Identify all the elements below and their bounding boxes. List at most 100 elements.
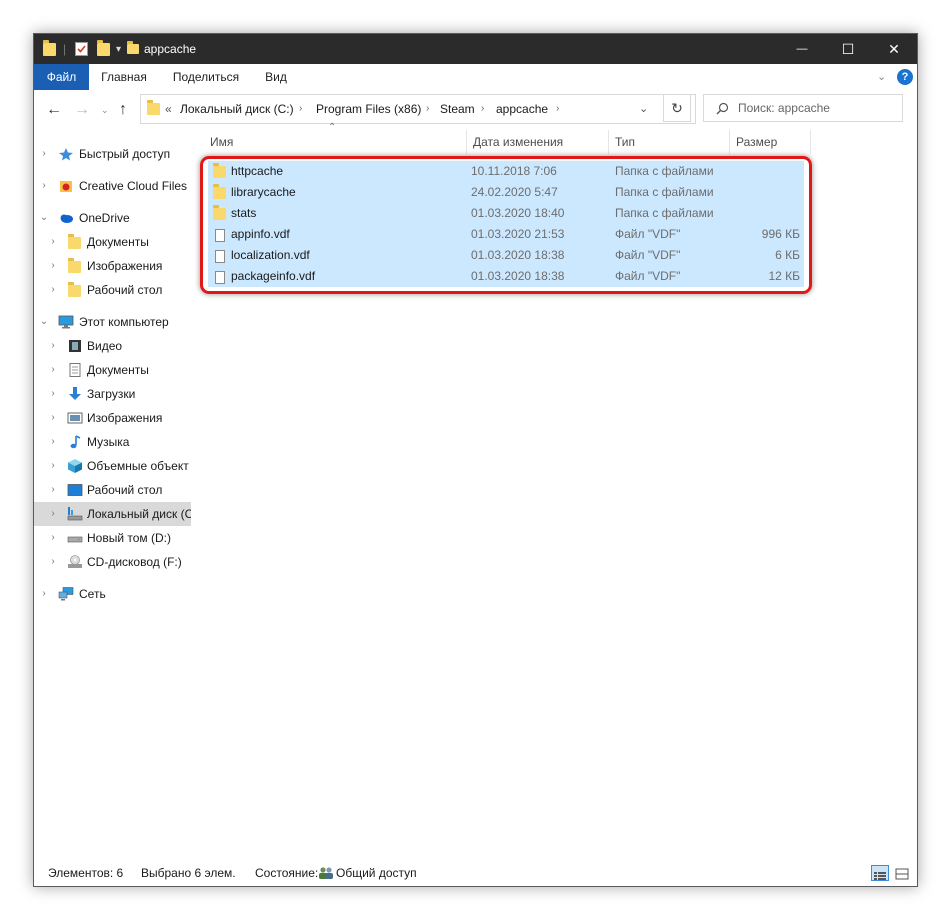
sidebar-item-local-disk-c[interactable]: › Локальный диск (С (34, 502, 191, 526)
file-size: 996 КБ (761, 227, 800, 241)
customize-toolbar-icon[interactable]: ▾ (116, 34, 121, 64)
file-date: 01.03.2020 18:38 (471, 248, 565, 262)
large-icons-view-icon (895, 868, 909, 880)
folder-icon (68, 258, 84, 275)
file-row-localization[interactable]: localization.vdf 01.03.2020 18:38 Файл "… (208, 245, 804, 266)
chevron-down-icon[interactable]: ⌄ (39, 310, 49, 334)
sidebar-item-label: Объемные объект (87, 459, 189, 473)
sidebar-item-pictures[interactable]: › Изображения (34, 406, 191, 430)
folder-icon (68, 234, 84, 251)
chevron-right-icon[interactable]: › (48, 254, 58, 278)
tab-file[interactable]: Файл (34, 64, 89, 90)
chevron-right-icon[interactable]: › (48, 230, 58, 254)
chevron-right-icon[interactable]: › (48, 526, 58, 550)
sidebar-item-videos[interactable]: › Видео (34, 334, 191, 358)
file-row-stats[interactable]: stats 01.03.2020 18:40 Папка с файлами (208, 203, 804, 224)
chevron-right-icon[interactable]: › (39, 582, 49, 606)
sidebar-item-drive-d[interactable]: › Новый том (D:) (34, 526, 191, 550)
file-type: Папка с файлами (615, 185, 714, 199)
column-divider[interactable] (810, 130, 811, 154)
column-header-type[interactable]: Тип (609, 130, 729, 154)
chevron-right-icon[interactable]: › (299, 95, 302, 123)
sidebar-item-downloads[interactable]: › Загрузки (34, 382, 191, 406)
path-segment-appcache[interactable]: appcache (496, 95, 548, 123)
new-folder-icon[interactable] (97, 34, 110, 64)
sidebar-item-onedrive-documents[interactable]: › Документы (34, 230, 191, 254)
title-bar: | ▾ appcache — ☐ ✕ (34, 34, 917, 64)
help-icon[interactable]: ? (897, 69, 913, 85)
path-segment-steam[interactable]: Steam (440, 95, 475, 123)
sidebar-item-label: Изображения (87, 411, 163, 425)
file-row-appinfo[interactable]: appinfo.vdf 01.03.2020 21:53 Файл "VDF" … (208, 224, 804, 245)
chevron-right-icon[interactable]: › (48, 278, 58, 302)
address-field[interactable]: « Локальный диск (C:) › Program Files (x… (140, 94, 696, 124)
sidebar-item-3d-objects[interactable]: › Объемные объект (34, 454, 191, 478)
sidebar-item-quick-access[interactable]: › Быстрый доступ (34, 142, 191, 166)
chevron-right-icon[interactable]: › (48, 334, 58, 358)
up-arrow-icon[interactable]: ↑ (119, 90, 127, 130)
sidebar-item-desktop[interactable]: › Рабочий стол (34, 478, 191, 502)
folder-icon (213, 163, 226, 178)
sidebar-item-this-pc[interactable]: ⌄ Этот компьютер (34, 310, 191, 334)
sidebar-item-onedrive-pictures[interactable]: › Изображения (34, 254, 191, 278)
file-row-httpcache[interactable]: httpcache 10.11.2018 7:06 Папка с файлам… (208, 161, 804, 182)
tab-view[interactable]: Вид (256, 64, 296, 90)
chevron-right-icon[interactable]: › (48, 478, 58, 502)
search-box[interactable] (703, 94, 903, 122)
column-header-name[interactable]: Имя (204, 130, 466, 154)
back-arrow-icon[interactable]: ← (46, 90, 62, 130)
search-input[interactable] (738, 99, 898, 117)
sidebar-item-onedrive-desktop[interactable]: › Рабочий стол (34, 278, 191, 302)
chevron-right-icon[interactable]: › (481, 95, 484, 123)
chevron-right-icon[interactable]: › (48, 454, 58, 478)
sidebar-item-label: Рабочий стол (87, 483, 163, 497)
properties-icon[interactable] (75, 34, 88, 64)
tab-home[interactable]: Главная (92, 64, 156, 90)
chevron-right-icon[interactable]: › (48, 430, 58, 454)
expand-ribbon-icon[interactable]: ⌄ (877, 64, 886, 90)
refresh-button[interactable]: ↻ (663, 94, 691, 122)
sidebar-item-label: Быстрый доступ (79, 147, 171, 161)
details-view-button[interactable] (871, 865, 889, 881)
3d-objects-icon (68, 459, 82, 473)
sidebar-item-documents[interactable]: › Документы (34, 358, 191, 382)
cloud-icon (60, 214, 73, 223)
file-name: appinfo.vdf (231, 227, 290, 241)
chevron-right-icon[interactable]: › (48, 382, 58, 406)
chevron-down-icon[interactable]: ⌄ (39, 206, 49, 230)
address-dropdown-icon[interactable]: ⌄ (639, 95, 648, 123)
path-segment-program-files[interactable]: Program Files (x86) (316, 95, 421, 123)
sidebar-item-onedrive[interactable]: ⌄ OneDrive (34, 206, 191, 230)
tab-share[interactable]: Поделиться (162, 64, 250, 90)
chevron-right-icon[interactable]: › (39, 142, 49, 166)
large-icons-view-button[interactable] (893, 865, 911, 881)
path-segment-local-disk[interactable]: Локальный диск (C:) (180, 95, 294, 123)
maximize-button[interactable]: ☐ (825, 34, 871, 64)
column-header-date[interactable]: Дата изменения (467, 130, 608, 154)
file-size: 12 КБ (768, 269, 800, 283)
chevron-right-icon[interactable]: › (39, 174, 49, 198)
file-type: Папка с файлами (615, 164, 714, 178)
sidebar-item-network[interactable]: › Сеть (34, 582, 191, 606)
sidebar-item-cd-drive-f[interactable]: › CD-дисковод (F:) (34, 550, 191, 574)
file-row-librarycache[interactable]: librarycache 24.02.2020 5:47 Папка с фай… (208, 182, 804, 203)
chevron-right-icon[interactable]: › (48, 550, 58, 574)
file-row-packageinfo[interactable]: packageinfo.vdf 01.03.2020 18:38 Файл "V… (208, 266, 804, 287)
sidebar-item-creative-cloud[interactable]: › Creative Cloud Files (34, 174, 191, 198)
chevron-right-icon[interactable]: › (48, 406, 58, 430)
file-name: stats (231, 206, 257, 220)
folder-icon (213, 184, 226, 199)
forward-arrow-icon[interactable]: → (74, 90, 90, 130)
chevron-right-icon[interactable]: › (48, 358, 58, 382)
recent-locations-icon[interactable]: ⌄ (101, 90, 109, 130)
close-button[interactable]: ✕ (871, 34, 917, 64)
folder-icon (68, 282, 84, 299)
path-overflow[interactable]: « (165, 95, 172, 123)
chevron-right-icon[interactable]: › (556, 95, 559, 123)
chevron-right-icon[interactable]: › (426, 95, 429, 123)
sidebar-item-music[interactable]: › Музыка (34, 430, 191, 454)
sidebar-item-label: Музыка (87, 435, 130, 449)
minimize-button[interactable]: — (779, 34, 825, 64)
column-header-size[interactable]: Размер (730, 130, 810, 154)
chevron-right-icon[interactable]: › (48, 502, 58, 526)
